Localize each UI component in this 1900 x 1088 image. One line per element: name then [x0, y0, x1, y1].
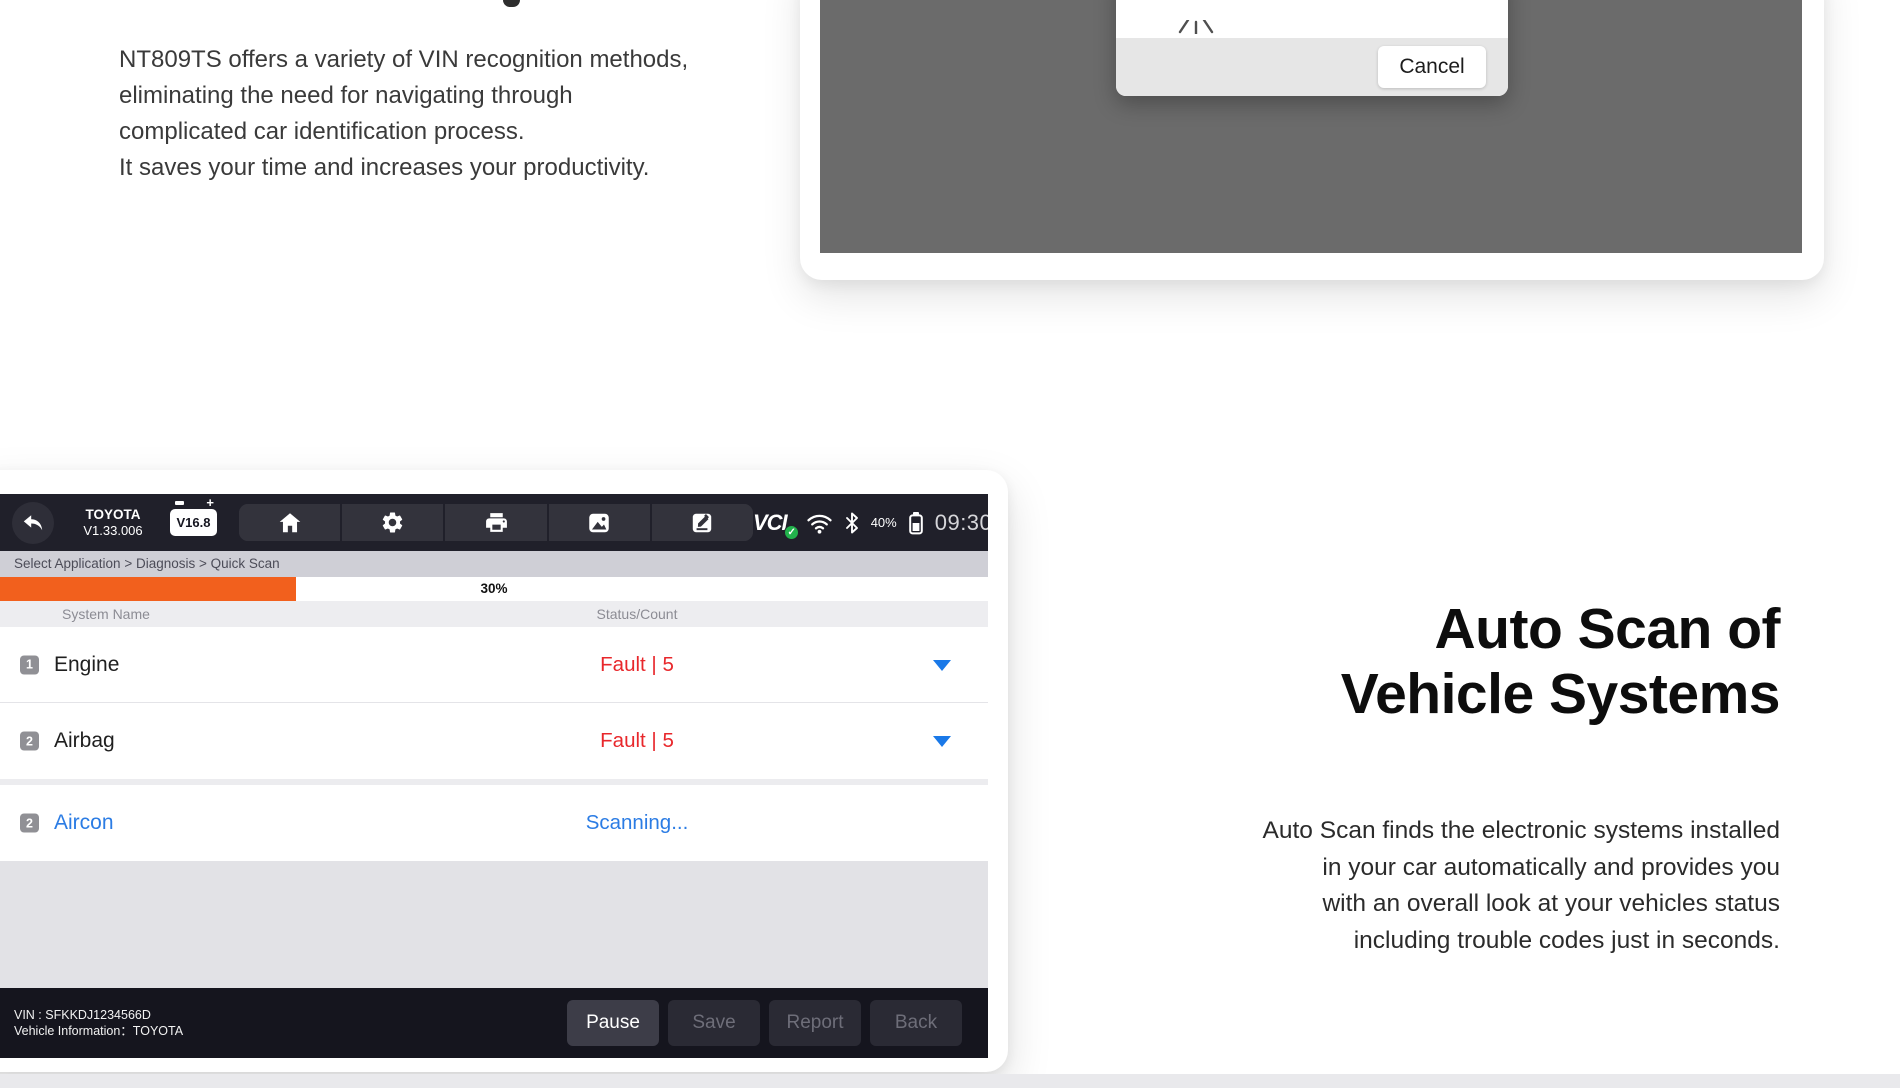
settings-button[interactable]: [342, 504, 445, 541]
image-icon: [586, 510, 612, 536]
intro-line: complicated car identification process.: [119, 114, 688, 150]
scanning-dialog: Cancel: [1116, 0, 1508, 96]
notes-pen-icon: [689, 510, 715, 536]
row-number-badge: 2: [20, 732, 39, 751]
clock: 09:30: [935, 510, 988, 536]
empty-scroll-area: [0, 861, 988, 988]
pause-button[interactable]: Pause: [567, 1000, 659, 1046]
table-row-engine[interactable]: 1 Engine Fault | 5: [0, 627, 988, 703]
system-status: Scanning...: [586, 811, 689, 835]
system-status: Fault | 5: [600, 653, 674, 677]
loading-spinner-icon: [1174, 20, 1218, 34]
battery-percent: 40%: [871, 515, 897, 530]
section-paragraph-line: including trouble codes just in seconds.: [980, 923, 1780, 960]
section-title-line: Auto Scan of: [980, 597, 1780, 662]
battery-plus-terminal: +: [206, 498, 214, 508]
battery-voltage-value: V16.8: [177, 515, 211, 530]
dialog-footer: Cancel: [1116, 38, 1508, 96]
home-icon: [277, 510, 303, 536]
report-button[interactable]: Report: [769, 1000, 861, 1046]
system-name: Engine: [54, 653, 119, 677]
back-button[interactable]: [12, 502, 54, 544]
save-button[interactable]: Save: [668, 1000, 760, 1046]
section-paragraph-line: Auto Scan finds the electronic systems i…: [980, 813, 1780, 850]
section-paragraph-line: with an overall look at your vehicles st…: [980, 886, 1780, 923]
battery-minus-terminal: [175, 501, 184, 505]
device-footer: VIN : SFKKDJ1234566D Vehicle Information…: [0, 988, 988, 1058]
table-column-headers: System Name Status/Count: [0, 601, 988, 627]
row-number-badge: 2: [20, 814, 39, 833]
home-button[interactable]: [239, 504, 342, 541]
intro-line: NT809TS offers a variety of VIN recognit…: [119, 42, 688, 78]
device-header: TOYOTA V1.33.006 + V16.8: [0, 494, 988, 551]
column-status-count: Status/Count: [597, 601, 678, 627]
row-number-badge: 1: [20, 655, 39, 674]
vci-logo: VCI ✓: [753, 510, 795, 536]
section-title-line: Vehicle Systems: [980, 662, 1780, 727]
vehicle-make: TOYOTA: [68, 507, 158, 523]
intro-line: eliminating the need for navigating thro…: [119, 78, 688, 114]
system-name: Airbag: [54, 729, 115, 753]
cropped-heading-fragment: [503, 0, 520, 7]
data-notes-button[interactable]: [652, 504, 753, 541]
section-paragraph-line: in your car automatically and provides y…: [980, 850, 1780, 887]
section-title: Auto Scan of Vehicle Systems: [980, 597, 1780, 727]
battery-icon: [908, 511, 924, 535]
vci-label: VCI: [753, 510, 787, 535]
back-button-footer[interactable]: Back: [870, 1000, 962, 1046]
vin-info-block: VIN : SFKKDJ1234566D Vehicle Information…: [14, 1007, 183, 1039]
software-version: V1.33.006: [68, 523, 158, 539]
section-paragraph: Auto Scan finds the electronic systems i…: [980, 813, 1780, 959]
header-nav-bar: [239, 504, 753, 541]
intro-line: It saves your time and increases your pr…: [119, 150, 688, 186]
breadcrumb: Select Application > Diagnosis > Quick S…: [0, 551, 988, 577]
bluetooth-icon: [844, 512, 860, 534]
vehicle-id-block: TOYOTA V1.33.006: [68, 507, 158, 539]
wifi-icon: [806, 512, 833, 534]
footer-buttons: Pause Save Report Back: [567, 1000, 962, 1046]
vehicle-info-value: Vehicle Information：TOYOTA: [14, 1023, 183, 1039]
system-name: Aircon: [54, 811, 114, 835]
scan-progress-bar: 30%: [0, 577, 988, 601]
print-button[interactable]: [445, 504, 548, 541]
screenshot-button[interactable]: [549, 504, 652, 541]
printer-icon: [484, 510, 509, 535]
diagnostic-tablet-ui: TOYOTA V1.33.006 + V16.8: [0, 494, 988, 1058]
expand-chevron-down-icon[interactable]: [933, 736, 951, 747]
expand-chevron-down-icon[interactable]: [933, 660, 951, 671]
gear-icon: [380, 510, 405, 535]
cancel-button[interactable]: Cancel: [1378, 46, 1486, 88]
status-icon-cluster: VCI ✓ 40% 09:30: [753, 510, 988, 536]
battery-voltage-indicator: + V16.8: [170, 509, 217, 536]
table-row-aircon[interactable]: 2 Aircon Scanning...: [0, 785, 988, 861]
system-status: Fault | 5: [600, 729, 674, 753]
intro-paragraph: NT809TS offers a variety of VIN recognit…: [119, 42, 688, 186]
vci-connected-check-icon: ✓: [784, 525, 799, 540]
progress-percent-label: 30%: [0, 577, 988, 601]
table-row-airbag[interactable]: 2 Airbag Fault | 5: [0, 703, 988, 785]
column-system-name: System Name: [62, 601, 150, 627]
vin-value: VIN : SFKKDJ1234566D: [14, 1007, 183, 1023]
back-arrow-icon: [21, 511, 45, 535]
page-bottom-band: [0, 1074, 1900, 1088]
